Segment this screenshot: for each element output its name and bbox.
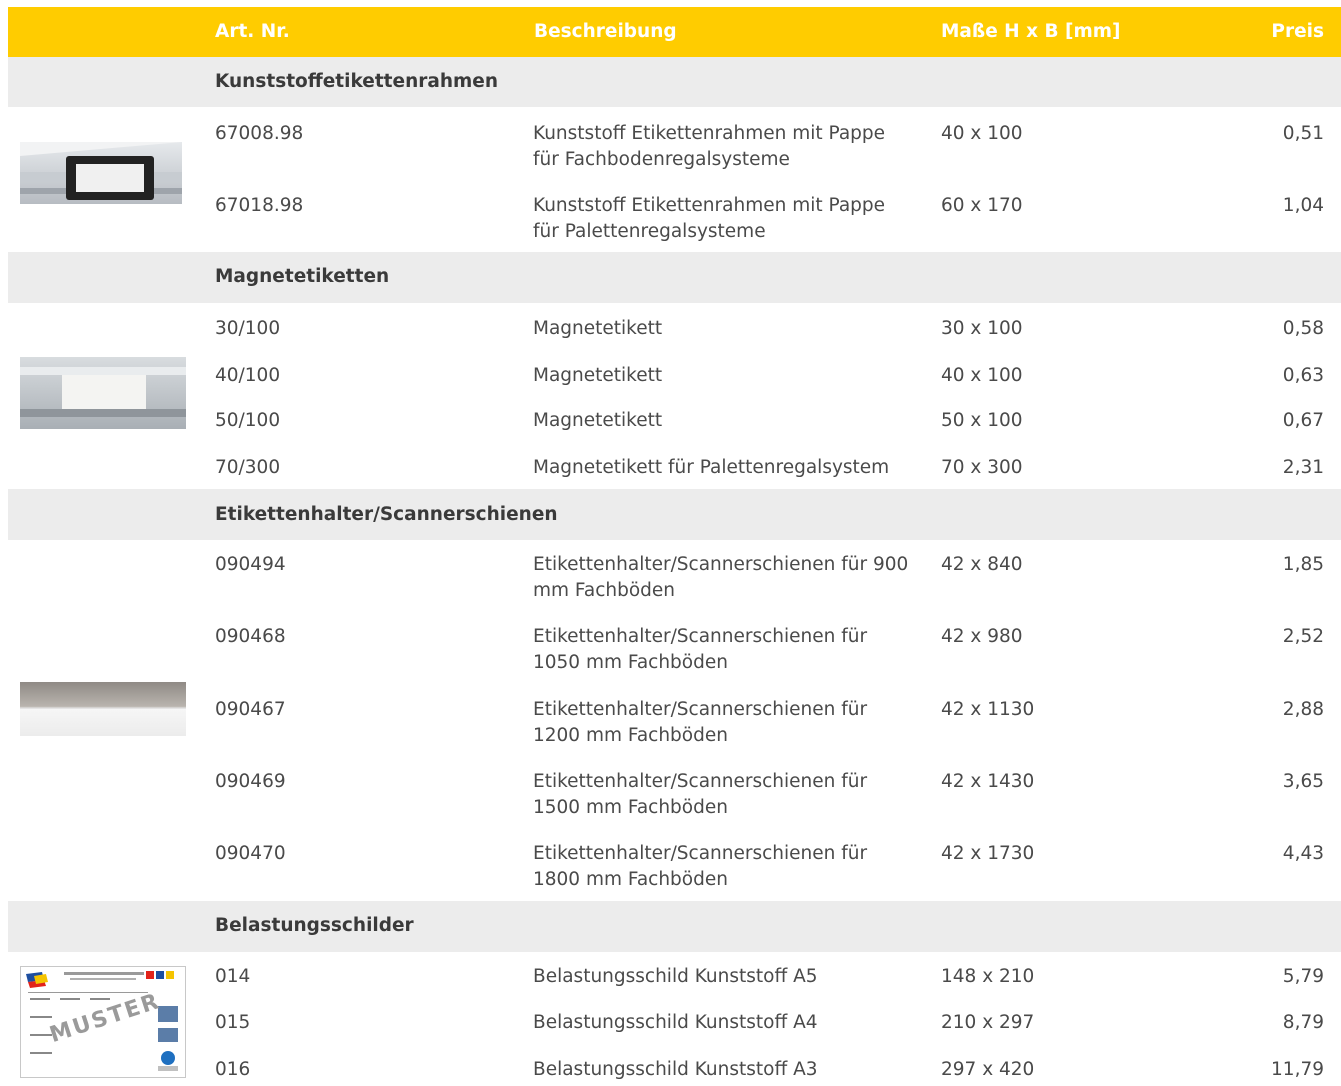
cell-dimensions: 40 x 100 [941, 123, 1023, 144]
cell-artnr: 015 [215, 1012, 251, 1033]
cell-artnr: 090467 [215, 699, 286, 720]
load-sign-muster-photo: MUSTER [20, 966, 186, 1086]
cell-dimensions: 42 x 1730 [941, 843, 1035, 864]
cell-price: 5,79 [1282, 966, 1324, 987]
cell-artnr: 67008.98 [215, 123, 304, 144]
cell-dimensions: 42 x 980 [941, 626, 1023, 647]
cell-artnr: 014 [215, 966, 251, 987]
cell-dimensions: 148 x 210 [941, 966, 1035, 987]
header-artnr: Art. Nr. [215, 21, 290, 42]
cell-artnr: 090469 [215, 771, 286, 792]
cell-description: Etikettenhalter/Scannerschienen für 1800… [533, 843, 868, 890]
cell-description: Etikettenhalter/Scannerschienen für 1200… [533, 699, 868, 746]
cell-price: 1,04 [1282, 195, 1324, 216]
cell-price: 2,88 [1282, 699, 1324, 720]
header-masse: Maße H x B [mm] [941, 21, 1121, 42]
cell-description: Magnetetikett [533, 410, 663, 431]
cell-description: Kunststoff Etikettenrahmen mit Pappe für… [533, 123, 886, 170]
cell-dimensions: 210 x 297 [941, 1012, 1035, 1033]
cell-artnr: 090470 [215, 843, 286, 864]
cell-artnr: 50/100 [215, 410, 281, 431]
cell-price: 4,43 [1282, 843, 1324, 864]
cell-dimensions: 70 x 300 [941, 457, 1023, 478]
label-frame-photo [20, 142, 182, 212]
cell-dimensions: 297 x 420 [941, 1059, 1035, 1080]
cell-price: 0,51 [1282, 123, 1324, 144]
cell-dimensions: 42 x 1130 [941, 699, 1035, 720]
cell-artnr: 016 [215, 1059, 251, 1080]
cell-price: 11,79 [1271, 1059, 1324, 1080]
cell-artnr: 40/100 [215, 365, 281, 386]
section-header: Belastungsschilder [8, 901, 1341, 952]
cell-price: 2,31 [1282, 457, 1324, 478]
cell-description: Kunststoff Etikettenrahmen mit Pappe für… [533, 195, 886, 242]
cell-artnr: 67018.98 [215, 195, 304, 216]
cell-description: Etikettenhalter/Scannerschienen für 1500… [533, 771, 868, 818]
cell-price: 0,67 [1282, 410, 1324, 431]
section-header: Etikettenhalter/Scannerschienen [8, 489, 1341, 540]
cell-dimensions: 42 x 1430 [941, 771, 1035, 792]
section-title: Magnetetiketten [215, 266, 390, 287]
cell-price: 0,58 [1282, 318, 1324, 339]
section-title: Kunststoffetikettenrahmen [215, 71, 499, 92]
section-title: Belastungsschilder [215, 915, 414, 936]
table-header: Art. Nr. Beschreibung Maße H x B [mm] Pr… [8, 7, 1341, 57]
cell-description: Belastungsschild Kunststoff A3 [533, 1059, 818, 1080]
cell-price: 8,79 [1282, 1012, 1324, 1033]
cell-dimensions: 40 x 100 [941, 365, 1023, 386]
header-preis: Preis [1271, 21, 1324, 42]
cell-description: Etikettenhalter/Scannerschienen für 900 … [533, 554, 909, 601]
cell-artnr: 090468 [215, 626, 286, 647]
scanner-rail-photo [20, 682, 186, 744]
section-title: Etikettenhalter/Scannerschienen [215, 504, 558, 525]
section-header: Magnetetiketten [8, 252, 1341, 303]
cell-artnr: 090494 [215, 554, 286, 575]
header-beschreibung: Beschreibung [534, 21, 677, 42]
cell-price: 3,65 [1282, 771, 1324, 792]
cell-dimensions: 50 x 100 [941, 410, 1023, 431]
cell-description: Magnetetikett für Palettenregalsystem [533, 457, 890, 478]
cell-description: Magnetetikett [533, 318, 663, 339]
cell-dimensions: 42 x 840 [941, 554, 1023, 575]
section-header: Kunststoffetikettenrahmen [8, 57, 1341, 107]
cell-artnr: 30/100 [215, 318, 281, 339]
cell-description: Belastungsschild Kunststoff A4 [533, 1012, 818, 1033]
cell-description: Belastungsschild Kunststoff A5 [533, 966, 818, 987]
cell-description: Etikettenhalter/Scannerschienen für 1050… [533, 626, 868, 673]
cell-price: 1,85 [1282, 554, 1324, 575]
cell-price: 0,63 [1282, 365, 1324, 386]
cell-dimensions: 30 x 100 [941, 318, 1023, 339]
cell-dimensions: 60 x 170 [941, 195, 1023, 216]
cell-artnr: 70/300 [215, 457, 281, 478]
cell-price: 2,52 [1282, 626, 1324, 647]
cell-description: Magnetetikett [533, 365, 663, 386]
magnet-label-photo [20, 357, 186, 437]
